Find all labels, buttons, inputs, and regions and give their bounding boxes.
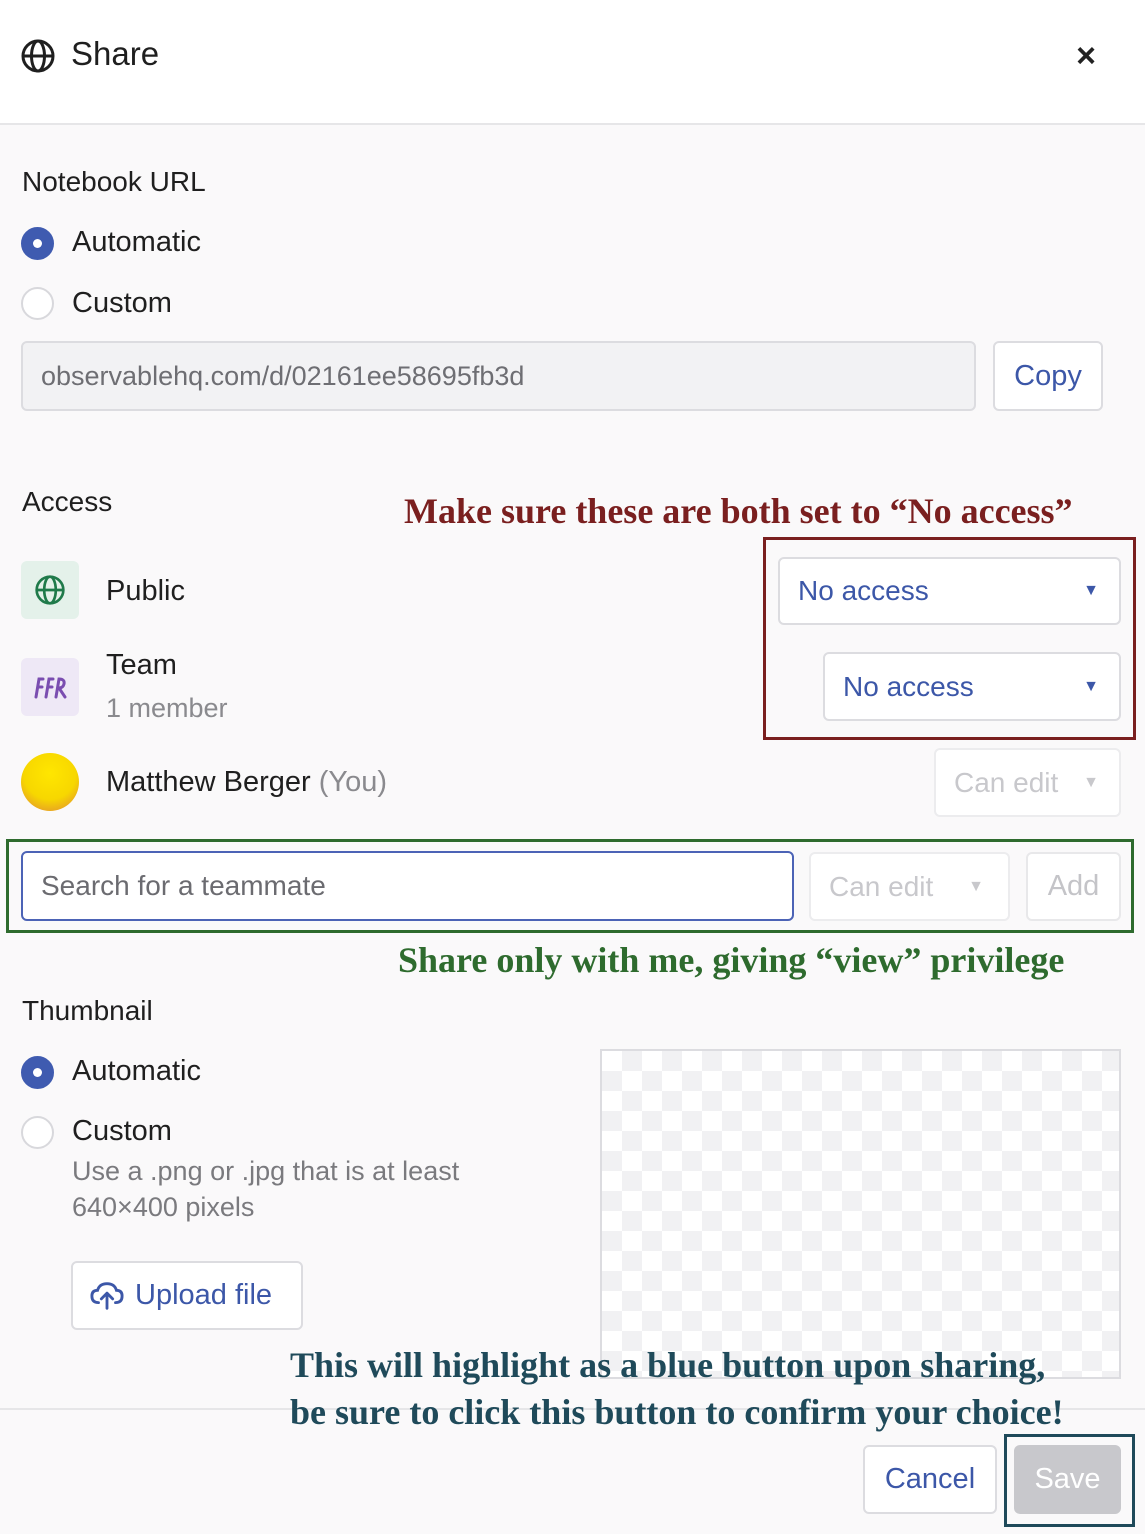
url-automatic-radio[interactable] <box>21 227 54 260</box>
notebook-url-label: Notebook URL <box>22 166 206 197</box>
url-custom-radio[interactable] <box>21 287 54 320</box>
team-label: Team <box>106 649 177 681</box>
team-icon <box>34 677 67 699</box>
thumbnail-label: Thumbnail <box>22 995 153 1026</box>
copy-button[interactable]: Copy <box>993 341 1103 411</box>
user-name-text: Matthew Berger <box>106 766 311 798</box>
user-permission-value: Can edit <box>954 767 1059 798</box>
upload-file-label: Upload file <box>135 1279 273 1311</box>
share-highlight-box <box>6 839 1134 933</box>
url-automatic-label: Automatic <box>72 226 201 258</box>
url-custom-label: Custom <box>72 287 172 319</box>
save-annotation-line2: be sure to click this button to confirm … <box>290 1392 1064 1432</box>
you-suffix: (You) <box>318 766 388 798</box>
thumbnail-hint-line1: Use a .png or .jpg that is at least <box>72 1156 460 1186</box>
globe-icon <box>21 39 55 73</box>
team-icon-box <box>21 658 79 716</box>
public-label: Public <box>106 575 185 607</box>
caret-down-icon: ▼ <box>1083 774 1099 791</box>
thumbnail-hint-line2: 640×400 pixels <box>72 1192 255 1222</box>
user-name: Matthew Berger (You) <box>106 766 387 799</box>
globe-icon <box>35 575 65 605</box>
public-icon-box <box>21 561 79 619</box>
save-highlight-box <box>1004 1434 1135 1527</box>
access-annotation: Make sure these are both set to “No acce… <box>404 491 1073 531</box>
access-highlight-box <box>763 537 1136 740</box>
access-label: Access <box>22 486 113 517</box>
user-permission-select: Can edit ▼ <box>934 748 1121 817</box>
thumbnail-automatic-label: Automatic <box>72 1055 201 1087</box>
upload-file-button[interactable]: Upload file <box>71 1261 303 1330</box>
team-member-count: 1 member <box>106 693 228 723</box>
avatar <box>21 753 79 811</box>
share-annotation: Share only with me, giving “view” privil… <box>398 940 1065 980</box>
thumbnail-automatic-radio[interactable] <box>21 1056 54 1089</box>
upload-cloud-icon <box>90 1282 124 1310</box>
dialog-header <box>0 0 1145 125</box>
thumbnail-preview <box>600 1049 1121 1379</box>
notebook-url-field[interactable]: observablehq.com/d/02161ee58695fb3d <box>21 341 976 411</box>
cancel-button[interactable]: Cancel <box>863 1445 997 1514</box>
thumbnail-custom-radio[interactable] <box>21 1116 54 1149</box>
thumbnail-custom-label: Custom <box>72 1115 172 1147</box>
close-icon[interactable]: × <box>1064 34 1108 78</box>
dialog-title: Share <box>71 35 160 72</box>
save-annotation-line1: This will highlight as a blue button upo… <box>290 1345 1046 1385</box>
